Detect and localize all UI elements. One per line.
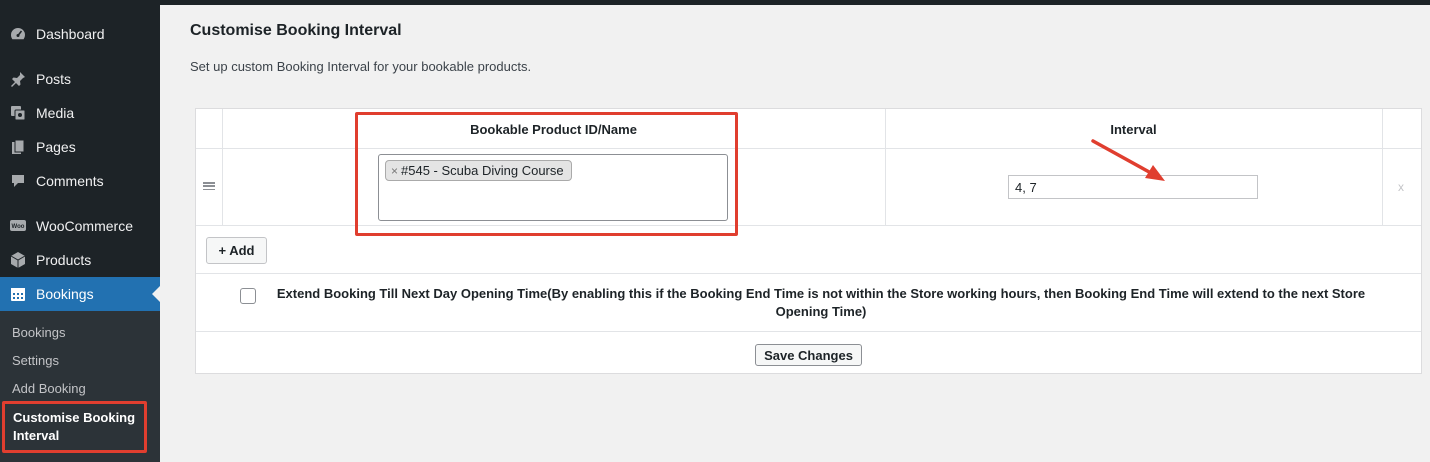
- menu-item-comments[interactable]: Comments: [0, 164, 160, 198]
- submenu-item-customise-booking-interval[interactable]: Customise Booking Interval: [2, 401, 147, 453]
- menu-item-woocommerce[interactable]: Woo WooCommerce: [0, 209, 160, 243]
- divider: [196, 331, 1421, 332]
- woocommerce-icon: Woo: [9, 217, 27, 235]
- extend-booking-label: Extend Booking Till Next Day Opening Tim…: [276, 286, 1366, 319]
- page-title: Customise Booking Interval: [190, 22, 402, 39]
- menu-item-media[interactable]: Media: [0, 96, 160, 130]
- menu-label: Dashboard: [36, 26, 105, 42]
- chip-remove-icon[interactable]: ×: [391, 164, 398, 178]
- menu-item-bookings[interactable]: Bookings: [0, 277, 160, 311]
- add-row-button[interactable]: + Add: [206, 237, 267, 264]
- box-icon: [9, 251, 27, 269]
- svg-text:Woo: Woo: [12, 224, 25, 230]
- extend-booking-checkbox[interactable]: [240, 288, 256, 304]
- annotation-arrow-icon: [1091, 139, 1165, 181]
- pin-icon: [9, 70, 27, 88]
- chip-label: #545 - Scuba Diving Course: [401, 163, 564, 178]
- menu-label: WooCommerce: [36, 218, 133, 234]
- page-description: Set up custom Booking Interval for your …: [190, 59, 532, 74]
- product-select[interactable]: × #545 - Scuba Diving Course: [378, 154, 728, 221]
- main-content: Customise Booking Interval Set up custom…: [160, 5, 1430, 462]
- menu-label: Media: [36, 105, 75, 121]
- menu-item-products[interactable]: Products: [0, 243, 160, 277]
- column-header-interval: Interval: [1110, 122, 1157, 137]
- admin-sidebar: Dashboard Posts Media Pages Comments Woo…: [0, 0, 160, 462]
- menu-label: Products: [36, 252, 92, 268]
- dashboard-icon: [9, 25, 27, 43]
- table-row: × #545 - Scuba Diving Course x: [196, 149, 1421, 226]
- submenu-item-bookings[interactable]: Bookings: [12, 325, 65, 340]
- menu-item-pages[interactable]: Pages: [0, 130, 160, 164]
- submenu-label: Customise Booking Interval: [13, 410, 136, 443]
- menu-item-posts[interactable]: Posts: [0, 62, 160, 96]
- submenu-item-add-booking[interactable]: Add Booking: [12, 381, 86, 396]
- menu-label: Pages: [36, 139, 76, 155]
- menu-label: Posts: [36, 71, 72, 87]
- save-changes-button[interactable]: Save Changes: [755, 344, 862, 366]
- menu-item-dashboard[interactable]: Dashboard: [0, 17, 160, 51]
- submenu-item-settings[interactable]: Settings: [12, 353, 59, 368]
- menu-label: Comments: [36, 173, 104, 189]
- interval-settings-panel: Bookable Product ID/Name Interval × #545…: [195, 108, 1422, 374]
- comment-icon: [9, 172, 27, 190]
- drag-handle-icon[interactable]: [203, 182, 215, 190]
- column-header-product: Bookable Product ID/Name: [470, 122, 637, 137]
- pages-icon: [9, 138, 27, 156]
- calendar-icon: [9, 285, 27, 303]
- menu-label: Bookings: [36, 286, 94, 302]
- divider: [196, 273, 1421, 274]
- remove-row-button[interactable]: x: [1398, 180, 1404, 194]
- product-chip: × #545 - Scuba Diving Course: [385, 160, 572, 181]
- media-icon: [9, 104, 27, 122]
